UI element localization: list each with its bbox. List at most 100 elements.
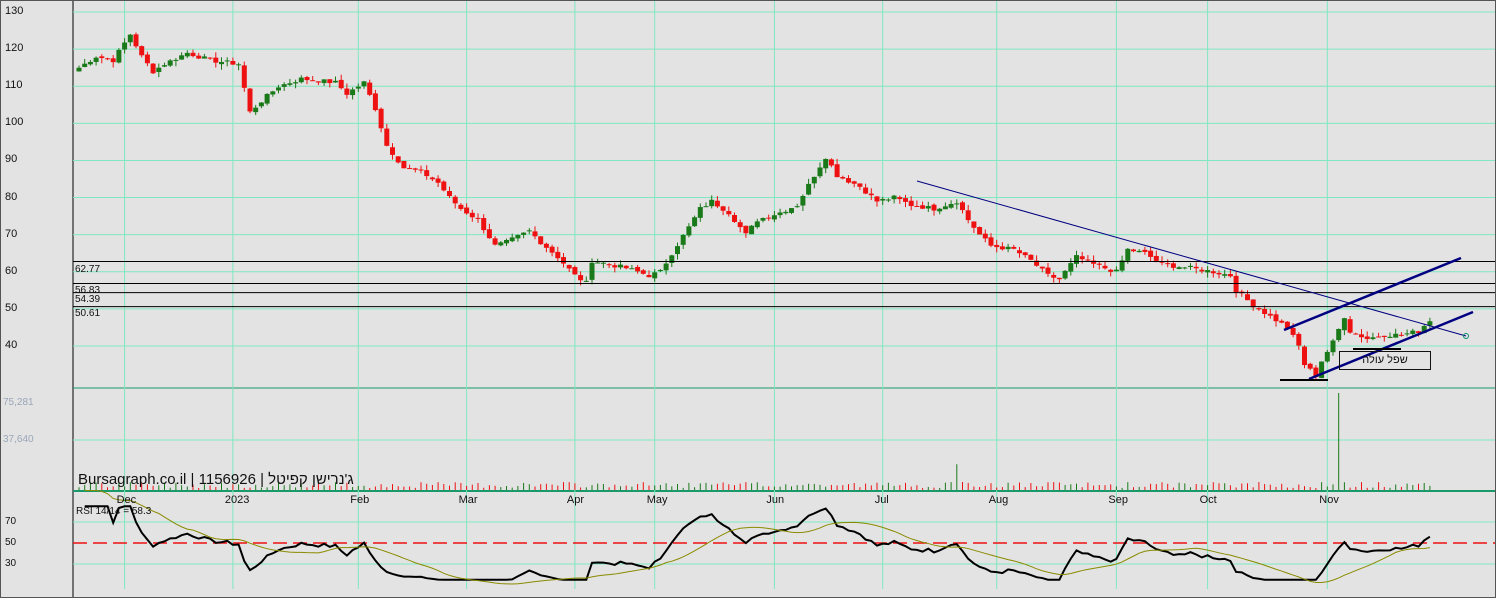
candle-body: [646, 275, 652, 278]
candle-body: [1410, 330, 1416, 334]
candle-body: [908, 200, 914, 207]
candle-body: [1148, 250, 1154, 257]
candle-body: [458, 204, 464, 209]
candle-body: [1079, 256, 1085, 260]
candle-body: [885, 199, 891, 201]
candle-body: [817, 167, 823, 177]
candle-body: [868, 193, 874, 196]
candle-body: [806, 183, 812, 195]
candle-body: [333, 80, 338, 83]
candle-body: [703, 206, 709, 208]
candle-body: [1370, 337, 1376, 340]
candle-body: [874, 196, 880, 202]
candle-body: [692, 217, 698, 227]
candle-body: [1074, 255, 1079, 264]
candle-body: [960, 202, 965, 211]
candle-body: [224, 60, 230, 62]
candle-body: [1262, 308, 1268, 315]
channel-upper: [1283, 256, 1462, 332]
candle-body: [1045, 267, 1051, 274]
candle-body: [116, 49, 122, 63]
candle-body: [355, 86, 361, 89]
candle-body: [1199, 269, 1205, 272]
candle-body: [1222, 274, 1228, 276]
candle-body: [1353, 333, 1359, 335]
candle-body: [606, 264, 612, 266]
candle-body: [190, 52, 196, 57]
candle-body: [811, 176, 817, 184]
candle-body: [264, 93, 270, 104]
candle-body: [1302, 346, 1307, 366]
candle-body: [920, 205, 926, 209]
candle-body: [475, 217, 481, 219]
candle-body: [857, 183, 863, 187]
candle-body: [367, 82, 373, 95]
candle-body: [743, 225, 749, 234]
candle-body: [771, 215, 777, 220]
candle-body: [207, 57, 213, 59]
volume-tick: 37,640: [3, 434, 34, 445]
y-tick-label: 80: [5, 190, 18, 203]
candle-body: [1267, 313, 1273, 316]
candle-body: [583, 280, 589, 282]
candle-body: [315, 81, 321, 83]
candle-body: [994, 244, 1000, 248]
candle-body: [732, 214, 737, 222]
candle-body: [504, 240, 509, 244]
candle-body: [948, 203, 954, 208]
x-tick-label: Sep: [1108, 494, 1128, 506]
candle-body: [897, 197, 903, 200]
candle-body: [931, 204, 937, 211]
candle-body: [87, 61, 93, 65]
x-tick-label: Jul: [874, 494, 889, 506]
x-tick-label: Nov: [1319, 494, 1339, 506]
chart-window: 130 120 110 100 90 80 70 60 50 40 70 50 30 75,281 37…: [0, 0, 1496, 598]
candle-body: [1176, 267, 1182, 269]
candle-body: [173, 59, 179, 61]
candle-body: [709, 199, 715, 207]
candle-body: [697, 207, 703, 218]
candle-body: [526, 230, 532, 232]
candle-body: [1056, 277, 1062, 280]
candle-body: [122, 42, 128, 50]
level-label: 54.39: [75, 294, 101, 305]
candle-body: [663, 263, 669, 271]
candle-body: [1113, 269, 1119, 272]
candle-body: [498, 242, 504, 246]
candle-body: [635, 266, 641, 272]
candle-body: [1005, 246, 1011, 250]
candle-body: [965, 210, 971, 221]
x-tick-label: May: [646, 494, 668, 506]
candle-body: [1227, 273, 1233, 277]
candle-body: [338, 79, 344, 89]
candle-body: [435, 178, 441, 183]
candle-body: [589, 262, 595, 280]
candle-body: [1182, 267, 1188, 269]
candle-body: [1051, 274, 1057, 278]
candle-body: [1256, 308, 1262, 310]
candle-body: [914, 205, 920, 207]
candle-body: [1245, 294, 1250, 301]
candle-body: [1233, 275, 1239, 293]
candle-body: [891, 195, 897, 200]
candle-body: [418, 169, 424, 171]
candle-body: [167, 60, 173, 66]
rsi-tick-label: 70: [5, 516, 17, 527]
x-tick-label: Feb: [350, 494, 370, 506]
candle-body: [549, 246, 555, 253]
candle-body: [1347, 319, 1353, 333]
candle-body: [395, 156, 401, 163]
x-tick-label: Aug: [988, 494, 1009, 506]
candle-body: [378, 108, 384, 129]
y-tick-label: 100: [5, 116, 24, 129]
candle-body: [846, 178, 851, 183]
candle-body: [1381, 335, 1387, 337]
y-tick-label: 40: [5, 339, 18, 351]
candle-body: [293, 82, 299, 84]
candle-body: [139, 46, 145, 56]
y-tick-label: 110: [5, 79, 23, 92]
candle-body: [749, 225, 755, 235]
candle-body: [447, 191, 452, 197]
candle-body: [384, 128, 390, 146]
candle-body: [880, 198, 886, 201]
